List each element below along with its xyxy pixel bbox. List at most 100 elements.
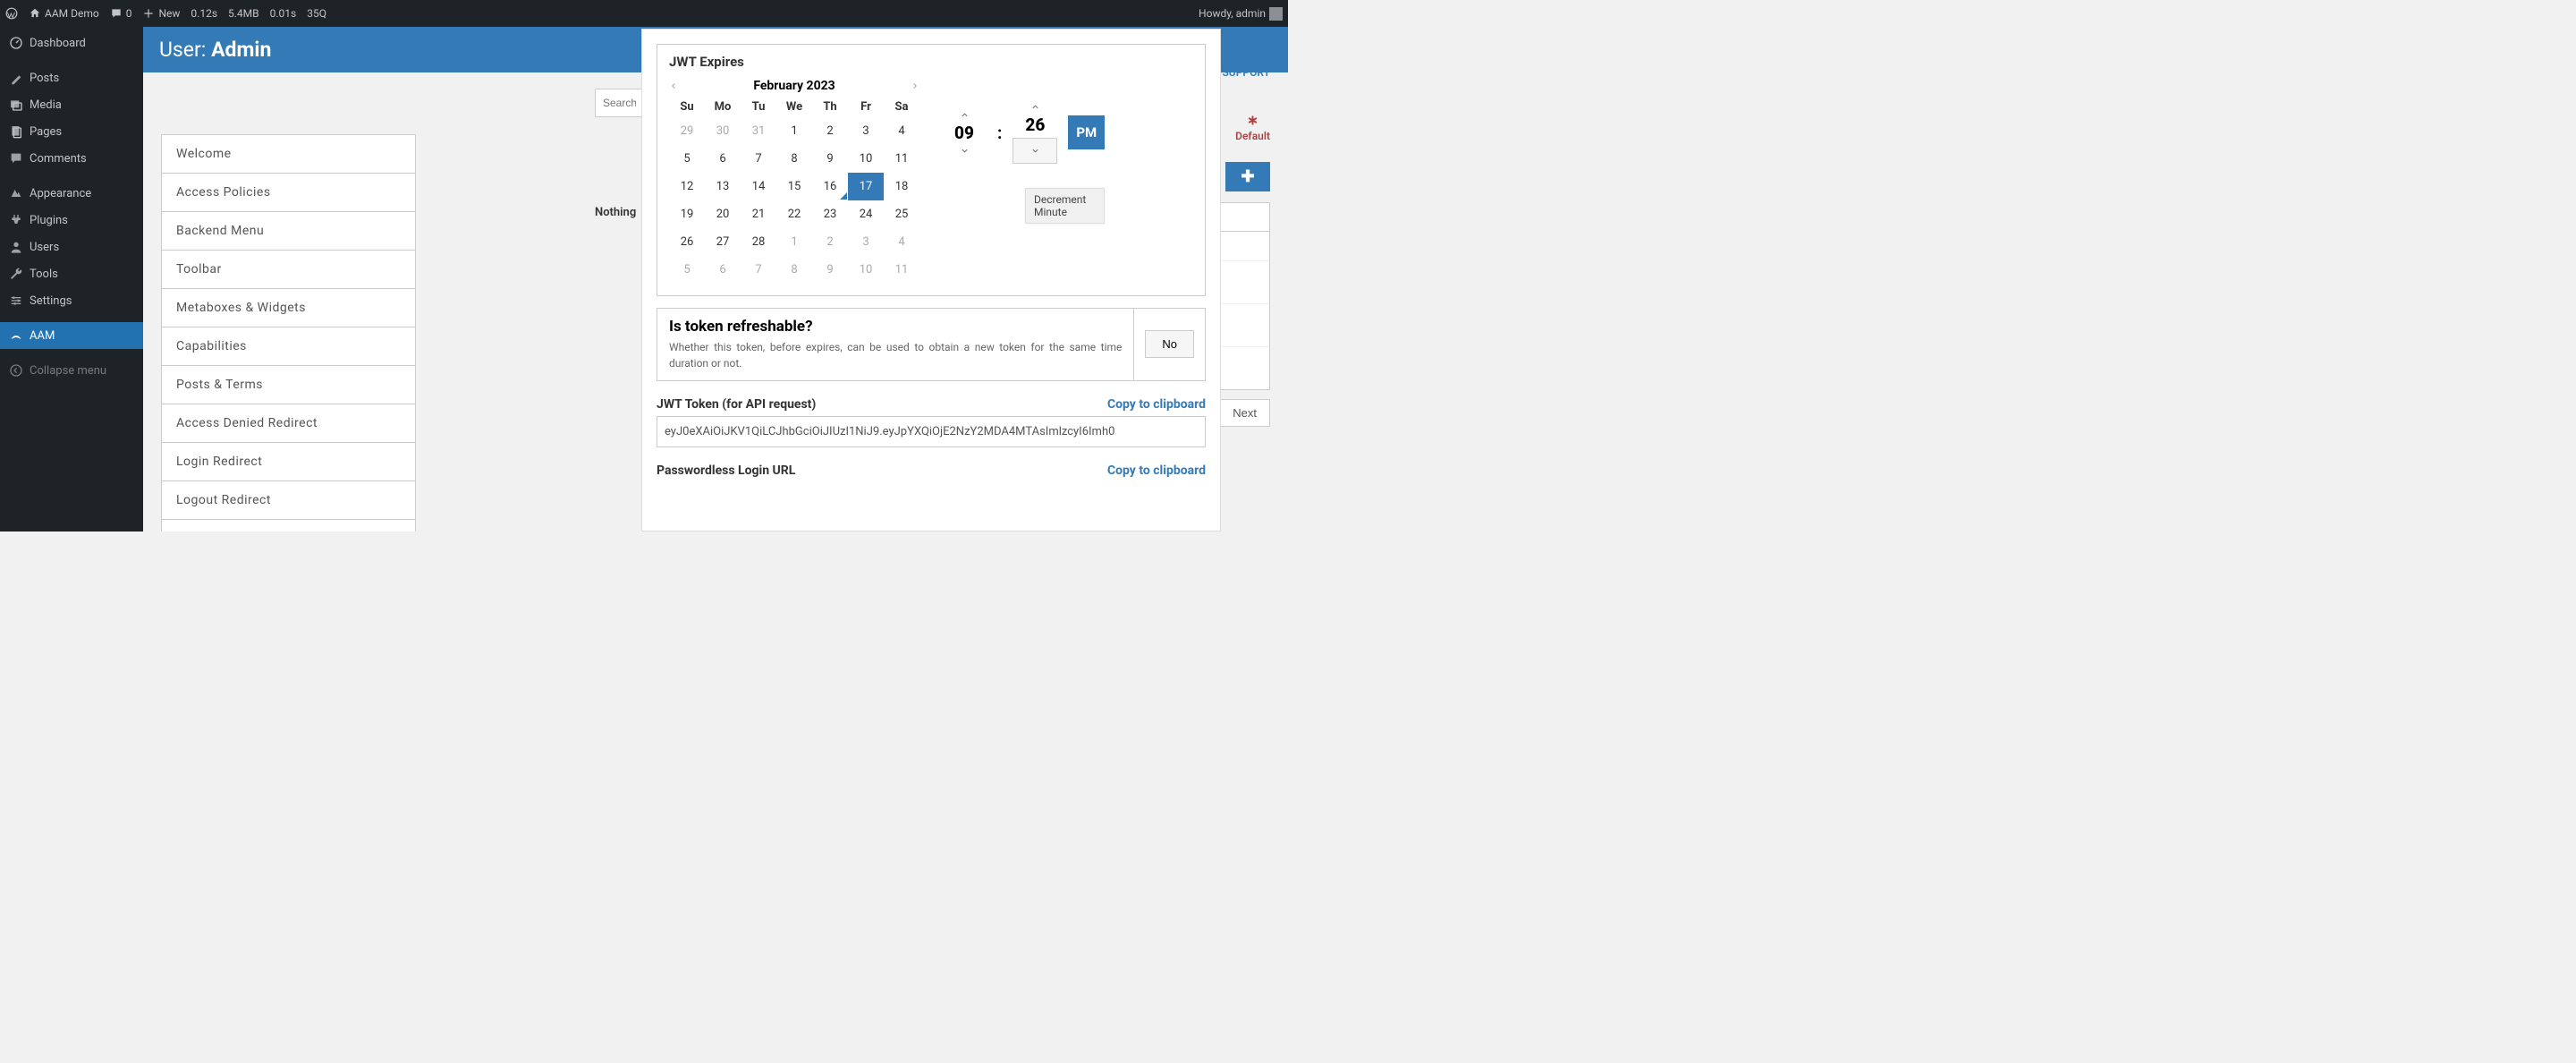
howdy[interactable]: Howdy, admin xyxy=(1199,7,1283,21)
cal-day[interactable]: 22 xyxy=(776,200,812,228)
cal-day[interactable]: 9 xyxy=(812,256,848,284)
cal-day[interactable]: 9 xyxy=(812,145,848,173)
stat-0[interactable]: 0.12s xyxy=(191,7,217,20)
stat-2[interactable]: 0.01s xyxy=(270,7,297,20)
hour-up-icon[interactable] xyxy=(960,110,970,120)
sidebar-item-posts[interactable]: Posts xyxy=(0,64,143,91)
wp-logo[interactable] xyxy=(5,7,18,20)
cal-day[interactable]: 21 xyxy=(741,200,776,228)
nothing-label: Nothing xyxy=(595,206,636,219)
prev-month-icon[interactable] xyxy=(669,81,678,90)
collapse-menu[interactable]: Collapse menu xyxy=(0,357,143,384)
cal-day[interactable]: 1 xyxy=(776,228,812,256)
sidebar-item-appearance[interactable]: Appearance xyxy=(0,180,143,207)
cal-day[interactable]: 3 xyxy=(848,228,884,256)
sidebar-item-aam[interactable]: AAM xyxy=(0,322,143,349)
cal-day[interactable]: 4 xyxy=(884,228,919,256)
cal-day[interactable]: 15 xyxy=(776,173,812,200)
cal-day[interactable]: 30 xyxy=(705,117,741,145)
vert-tab-10[interactable]: 404 Redirect xyxy=(162,520,415,532)
hour-value: 09 xyxy=(954,123,974,143)
vert-tab-4[interactable]: Metaboxes & Widgets xyxy=(162,289,415,327)
login-url-label: Passwordless Login URL xyxy=(657,463,795,478)
cal-day[interactable]: 26 xyxy=(669,228,705,256)
cal-day[interactable]: 16 xyxy=(812,173,848,200)
search-input[interactable] xyxy=(595,89,644,117)
avatar xyxy=(1269,7,1283,21)
cal-day[interactable]: 2 xyxy=(812,228,848,256)
cal-day[interactable]: 14 xyxy=(741,173,776,200)
sidebar-item-tools[interactable]: Tools xyxy=(0,260,143,287)
cal-day[interactable]: 8 xyxy=(776,145,812,173)
cal-day[interactable]: 19 xyxy=(669,200,705,228)
cal-day[interactable]: 11 xyxy=(884,256,919,284)
sidebar-item-media[interactable]: Media xyxy=(0,91,143,118)
cal-day[interactable]: 11 xyxy=(884,145,919,173)
vert-tab-9[interactable]: Logout Redirect xyxy=(162,481,415,520)
cal-day[interactable]: 13 xyxy=(705,173,741,200)
cal-day[interactable]: 12 xyxy=(669,173,705,200)
tab-support[interactable]: SUPPORT xyxy=(1222,36,1270,79)
cal-day[interactable]: 2 xyxy=(812,117,848,145)
vert-tab-1[interactable]: Access Policies xyxy=(162,174,415,212)
vert-tab-0[interactable]: Welcome xyxy=(162,135,415,174)
hour-down-icon[interactable] xyxy=(960,146,970,156)
new-link[interactable]: New xyxy=(142,7,180,20)
cal-day[interactable]: 25 xyxy=(884,200,919,228)
next-button[interactable]: Next xyxy=(1220,399,1270,427)
sidebar-item-pages[interactable]: Pages xyxy=(0,118,143,145)
cal-day[interactable]: 24 xyxy=(848,200,884,228)
vert-tab-5[interactable]: Capabilities xyxy=(162,327,415,366)
stat-3[interactable]: 35Q xyxy=(307,7,326,20)
minute-down-button[interactable] xyxy=(1013,138,1057,164)
cal-day[interactable]: 5 xyxy=(669,145,705,173)
cal-day[interactable]: 28 xyxy=(741,228,776,256)
cal-day[interactable]: 20 xyxy=(705,200,741,228)
cal-day[interactable]: 3 xyxy=(848,117,884,145)
cal-day[interactable]: 6 xyxy=(705,145,741,173)
add-button[interactable]: ✚ xyxy=(1225,162,1270,191)
cal-day[interactable]: 29 xyxy=(669,117,705,145)
vert-tab-8[interactable]: Login Redirect xyxy=(162,443,415,481)
refresh-title: Is token refreshable? xyxy=(669,318,1122,336)
vert-tab-7[interactable]: Access Denied Redirect xyxy=(162,404,415,443)
sidebar-item-comments[interactable]: Comments xyxy=(0,145,143,172)
cal-day[interactable]: 10 xyxy=(848,145,884,173)
vert-tab-2[interactable]: Backend Menu xyxy=(162,212,415,251)
refresh-toggle[interactable]: No xyxy=(1145,330,1194,358)
cal-day[interactable]: 23 xyxy=(812,200,848,228)
cal-day[interactable]: 18 xyxy=(884,173,919,200)
vertical-tabs: WelcomeAccess PoliciesBackend MenuToolba… xyxy=(161,134,416,532)
site-link[interactable]: AAM Demo xyxy=(29,7,99,20)
cal-day[interactable]: 8 xyxy=(776,256,812,284)
minute-up-icon[interactable] xyxy=(1030,102,1040,112)
next-month-icon[interactable] xyxy=(911,81,919,90)
cal-day[interactable]: 10 xyxy=(848,256,884,284)
copy-jwt-link[interactable]: Copy to clipboard xyxy=(1107,397,1206,412)
cal-day[interactable]: 7 xyxy=(741,145,776,173)
copy-login-link[interactable]: Copy to clipboard xyxy=(1107,463,1206,478)
stat-1[interactable]: 5.4MB xyxy=(228,7,259,20)
comments-link[interactable]: 0 xyxy=(110,7,132,20)
subtab-default[interactable]: Default xyxy=(1235,114,1270,142)
cal-day[interactable]: 7 xyxy=(741,256,776,284)
cal-day[interactable]: 17 xyxy=(848,173,884,200)
ampm-toggle[interactable]: PM xyxy=(1068,115,1105,149)
jwt-modal: JWT Expires February 2023 SuMoTuWeThFrSa… xyxy=(641,29,1221,532)
jwt-token-input[interactable] xyxy=(657,416,1206,447)
cal-day[interactable]: 1 xyxy=(776,117,812,145)
cal-day[interactable]: 27 xyxy=(705,228,741,256)
vert-tab-3[interactable]: Toolbar xyxy=(162,251,415,289)
asterisk-icon xyxy=(1246,114,1259,127)
cal-day[interactable]: 31 xyxy=(741,117,776,145)
cal-day[interactable]: 6 xyxy=(705,256,741,284)
sidebar-item-users[interactable]: Users xyxy=(0,234,143,260)
cal-day[interactable]: 5 xyxy=(669,256,705,284)
sidebar-item-plugins[interactable]: Plugins xyxy=(0,207,143,234)
vert-tab-6[interactable]: Posts & Terms xyxy=(162,366,415,404)
cal-day[interactable]: 4 xyxy=(884,117,919,145)
sidebar-item-settings[interactable]: Settings xyxy=(0,287,143,314)
sidebar-item-dashboard[interactable]: Dashboard xyxy=(0,30,143,56)
tooltip: Decrement Minute xyxy=(1025,188,1105,224)
chevron-down-icon xyxy=(1030,146,1040,156)
